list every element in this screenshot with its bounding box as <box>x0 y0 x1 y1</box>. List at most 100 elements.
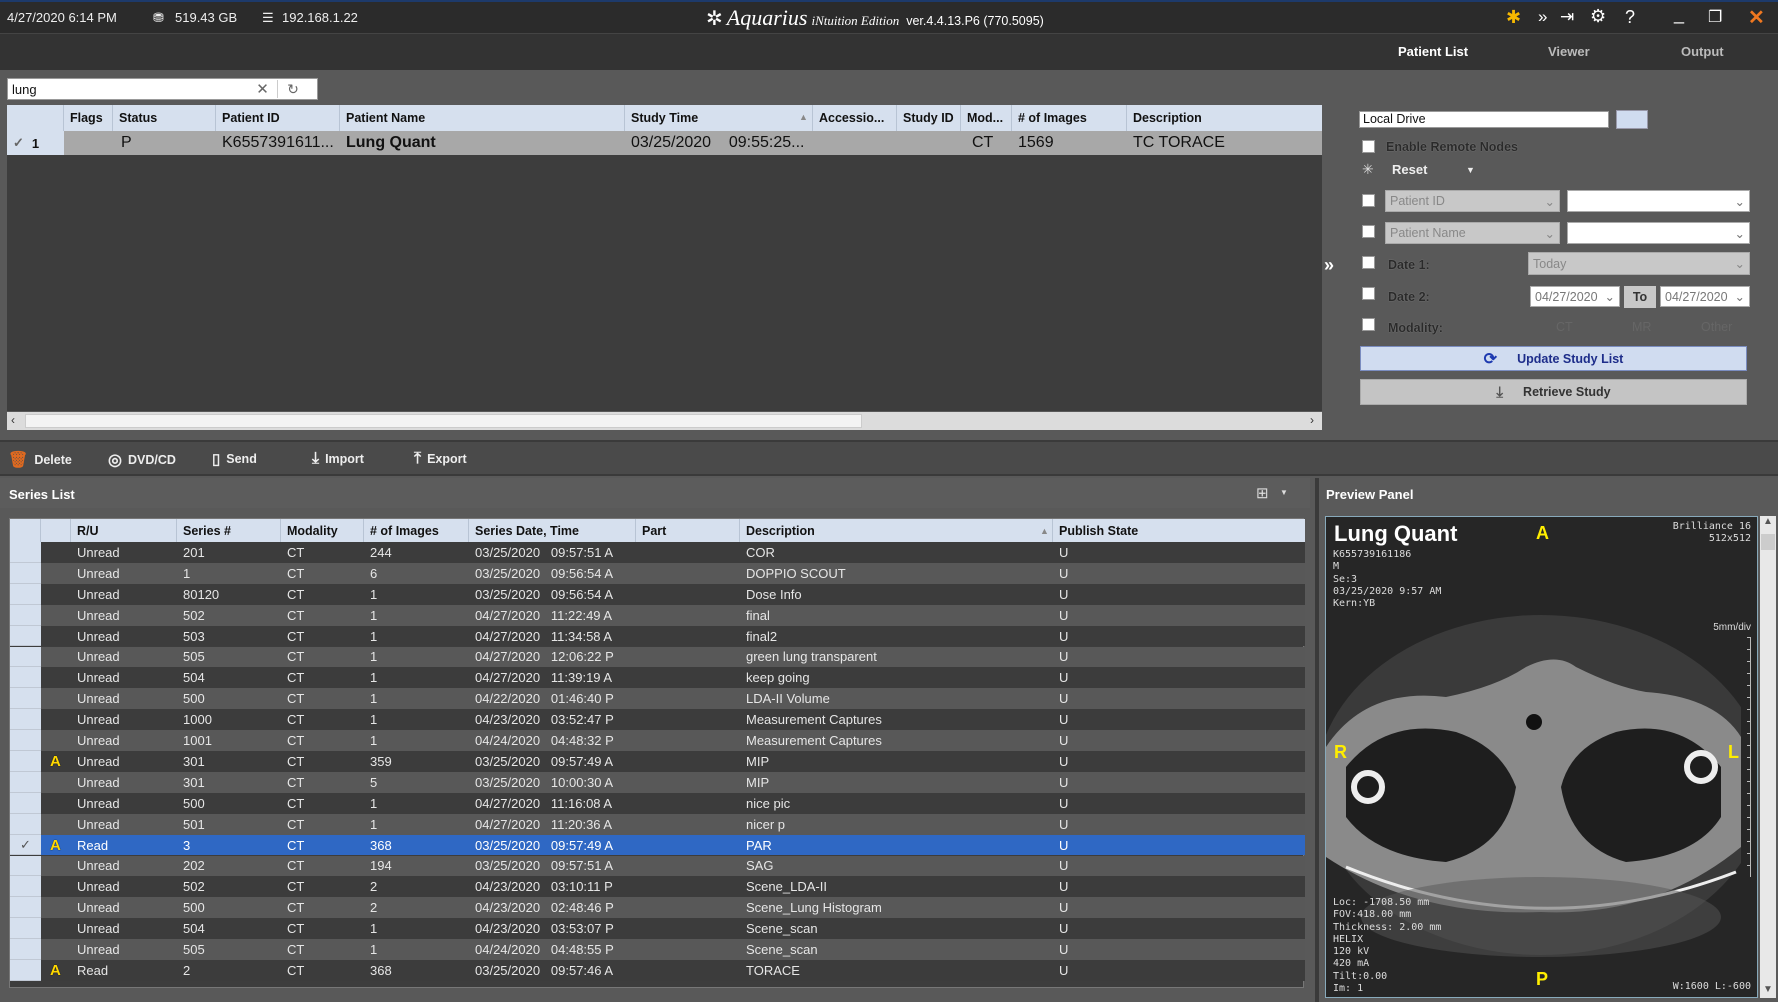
field1-value-dropdown[interactable]: ⌄ <box>1567 190 1750 212</box>
series-row[interactable]: Unread 502 CT 1 04/27/2020 11:22:49 A final U <box>10 604 1305 626</box>
col-series-number[interactable]: Series # <box>177 519 281 542</box>
horizontal-scrollbar[interactable]: ‹ › <box>7 412 1322 430</box>
help-icon[interactable]: ? <box>1625 7 1635 28</box>
scroll-up-icon[interactable]: ▲ <box>1763 516 1773 527</box>
series-row[interactable]: Unread 202 CT 194 03/25/2020 09:57:51 A SAG U <box>10 855 1305 877</box>
row-check[interactable] <box>10 667 41 689</box>
series-row[interactable]: Unread 504 CT 1 04/27/2020 11:39:19 A keep go… <box>10 667 1305 689</box>
send-button[interactable]: ▯ Send <box>212 450 257 468</box>
row-check[interactable]: ✓ <box>10 834 41 856</box>
row-check[interactable] <box>10 583 41 605</box>
scroll-left-icon[interactable]: ‹ <box>11 413 15 427</box>
col-flags[interactable]: Flags <box>64 105 113 131</box>
col-patient-id[interactable]: Patient ID <box>216 105 340 131</box>
series-row[interactable]: Unread 505 CT 1 04/27/2020 12:06:22 P green l… <box>10 646 1305 668</box>
col-part[interactable]: Part <box>636 519 740 542</box>
asterisk-icon[interactable]: ✱ <box>1506 7 1521 28</box>
date-from-picker[interactable]: 04/27/2020 ⌄ <box>1530 286 1620 307</box>
scrollbar-thumb[interactable] <box>1761 534 1775 550</box>
col-description[interactable]: Description <box>740 519 1053 542</box>
source-field[interactable]: Local Drive <box>1359 111 1609 128</box>
row-check[interactable] <box>10 688 41 710</box>
col-publish-state[interactable]: Publish State <box>1053 519 1305 542</box>
preview-scrollbar[interactable]: ▲ ▼ <box>1760 516 1776 998</box>
scrollbar-thumb[interactable] <box>25 414 862 428</box>
restore-icon[interactable]: ❐ <box>1708 7 1722 27</box>
field2-value-dropdown[interactable]: ⌄ <box>1567 222 1750 244</box>
patient-name-checkbox[interactable] <box>1362 225 1375 238</box>
row-check[interactable] <box>10 792 41 814</box>
patient-id-checkbox[interactable] <box>1362 194 1375 207</box>
col-modality[interactable]: Modality <box>281 519 364 542</box>
enable-remote-checkbox[interactable] <box>1362 140 1375 153</box>
ct-image-viewer[interactable]: Lung Quant A P R L K655739161186 M Se:3 … <box>1325 516 1758 998</box>
gear-icon[interactable]: ⚙ <box>1590 6 1606 27</box>
series-row[interactable]: Unread 505 CT 1 04/24/2020 04:48:55 P Scene_s… <box>10 939 1305 960</box>
date2-checkbox[interactable] <box>1362 287 1375 300</box>
series-row[interactable]: Unread 501 CT 1 04/27/2020 11:20:36 A nicer p… <box>10 813 1305 835</box>
grid-view-icon[interactable]: ⊞ <box>1256 484 1269 502</box>
col-images[interactable]: # of Images <box>364 519 469 542</box>
field2-dropdown[interactable]: Patient Name ⌄ <box>1385 222 1560 244</box>
minimize-icon[interactable]: _ <box>1674 4 1684 25</box>
source-browse-button[interactable] <box>1616 110 1648 129</box>
col-patient-name[interactable]: Patient Name <box>340 105 625 131</box>
row-check[interactable] <box>10 876 41 898</box>
series-row[interactable]: Unread 504 CT 1 04/23/2020 03:53:07 P Scene_s… <box>10 918 1305 940</box>
export-button[interactable]: ⤒ Export <box>414 450 467 468</box>
modality-ct[interactable]: CT <box>1556 320 1573 334</box>
col-ru[interactable]: R/U <box>71 519 177 542</box>
reset-button[interactable]: Reset <box>1392 162 1427 177</box>
row-check[interactable] <box>10 939 41 960</box>
col-select[interactable] <box>7 105 64 131</box>
col-select[interactable] <box>10 519 41 542</box>
date1-dropdown[interactable]: Today ⌄ <box>1528 252 1750 275</box>
row-check[interactable] <box>10 960 41 981</box>
row-check[interactable] <box>10 562 41 584</box>
series-row[interactable]: Unread 500 CT 1 04/27/2020 11:16:08 A nice pi… <box>10 792 1305 814</box>
row-check[interactable] <box>10 918 41 940</box>
import-button[interactable]: ⤓ Import <box>312 450 364 468</box>
series-row[interactable]: Unread 500 CT 2 04/23/2020 02:48:46 P Scene_L… <box>10 897 1305 919</box>
col-study-time[interactable]: Study Time <box>625 105 813 131</box>
series-row[interactable]: Unread 502 CT 2 04/23/2020 03:10:11 P Scene_L… <box>10 876 1305 898</box>
series-row[interactable]: Unread 503 CT 1 04/27/2020 11:34:58 A final2 U <box>10 625 1305 647</box>
row-check[interactable] <box>10 751 41 772</box>
col-series-date[interactable]: Series Date, Time <box>469 519 636 542</box>
col-flag[interactable] <box>41 519 71 542</box>
close-icon[interactable]: ✕ <box>1748 5 1765 30</box>
logout-icon[interactable]: ⇥ <box>1560 7 1574 27</box>
series-row[interactable]: A Read 2 CT 368 03/25/2020 09:57:46 A TORACE U <box>10 960 1305 981</box>
row-check[interactable] <box>10 542 41 563</box>
modality-mr[interactable]: MR <box>1632 320 1651 334</box>
series-row[interactable]: ✓ A Read 3 CT 368 03/25/2020 09:57:49 A PAR U <box>10 834 1305 856</box>
search-input[interactable] <box>8 81 248 97</box>
row-check[interactable] <box>10 813 41 835</box>
row-check[interactable] <box>10 709 41 731</box>
row-check[interactable] <box>10 604 41 626</box>
update-study-list-button[interactable]: ⟳ Update Study List <box>1360 346 1747 371</box>
series-row[interactable]: A Unread 301 CT 359 03/25/2020 09:57:49 A MIP U <box>10 751 1305 772</box>
series-row[interactable]: Unread 301 CT 5 03/25/2020 10:00:30 A MIP U <box>10 771 1305 793</box>
retrieve-study-button[interactable]: ⤓ Retrieve Study <box>1360 379 1747 405</box>
view-dropdown-icon[interactable]: ▼ <box>1280 488 1288 497</box>
expand-panel-icon[interactable]: » <box>1324 255 1334 276</box>
row-check[interactable] <box>10 771 41 793</box>
study-row[interactable]: ✓ 1 P K6557391611... Lung Quant 03/25/202… <box>7 131 1322 155</box>
clear-search-icon[interactable]: ✕ <box>248 80 278 98</box>
reset-dropdown-icon[interactable]: ▼ <box>1466 165 1475 175</box>
double-chevron-icon[interactable]: » <box>1538 7 1547 27</box>
series-row[interactable]: Unread 1001 CT 1 04/24/2020 04:48:32 P Measur… <box>10 730 1305 751</box>
modality-other[interactable]: Other <box>1701 320 1732 334</box>
row-check[interactable] <box>10 855 41 877</box>
row-check[interactable] <box>10 625 41 647</box>
scroll-right-icon[interactable]: › <box>1310 413 1314 427</box>
row-check[interactable] <box>10 646 41 668</box>
row-check[interactable] <box>10 730 41 751</box>
series-row[interactable]: Unread 201 CT 244 03/25/2020 09:57:51 A COR U <box>10 542 1305 563</box>
scroll-down-icon[interactable]: ▼ <box>1763 984 1773 995</box>
col-accession[interactable]: Accessio... <box>813 105 897 131</box>
series-row[interactable]: Unread 1000 CT 1 04/23/2020 03:52:47 P Measur… <box>10 709 1305 731</box>
col-study-id[interactable]: Study ID <box>897 105 961 131</box>
date1-checkbox[interactable] <box>1362 256 1375 269</box>
